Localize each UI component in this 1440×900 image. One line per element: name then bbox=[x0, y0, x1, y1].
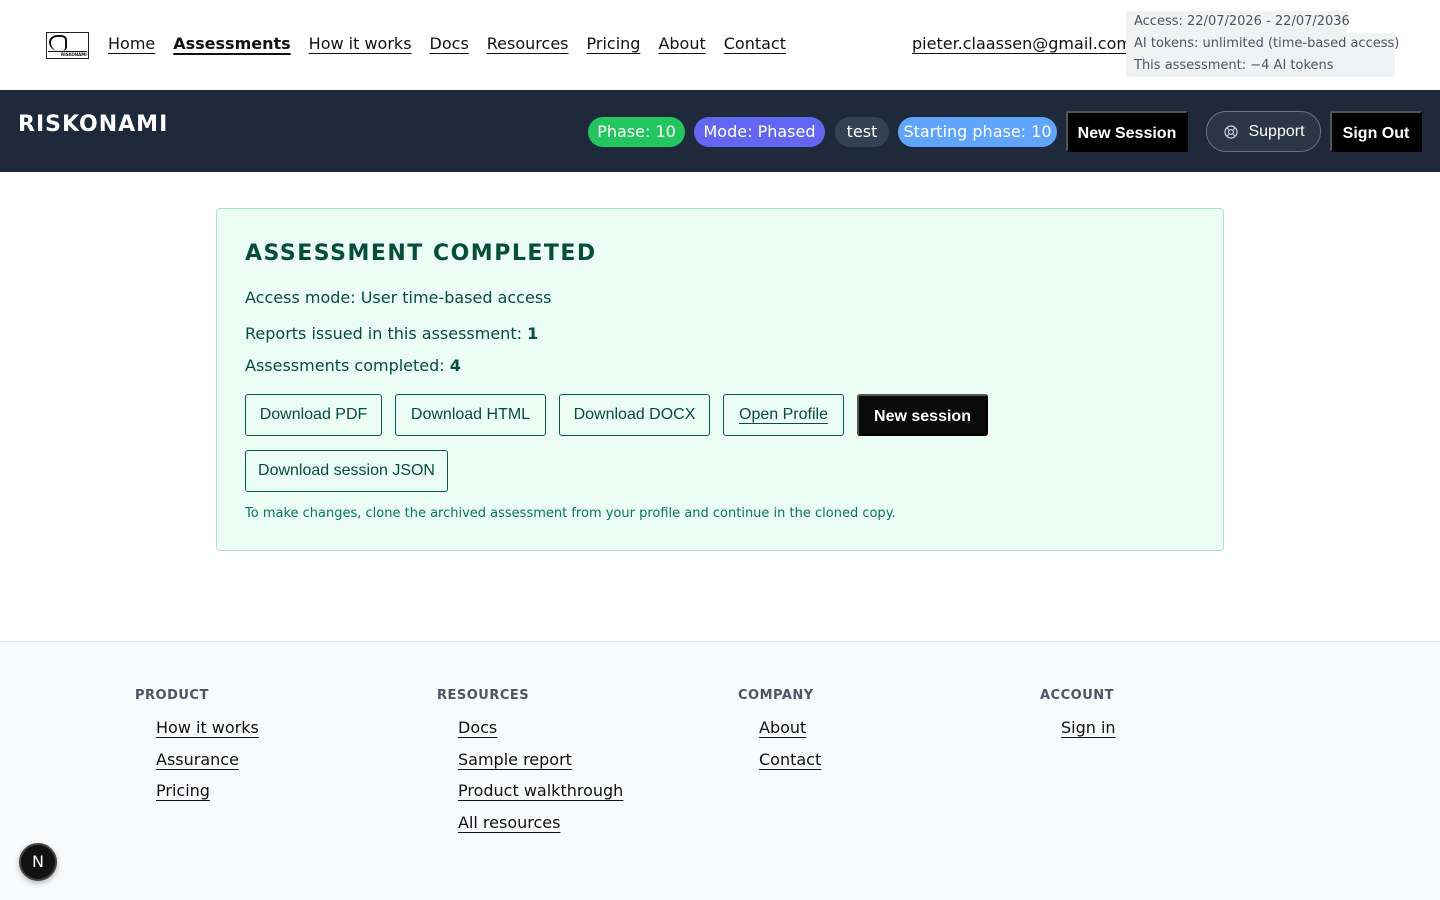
download-html-button[interactable]: Download HTML bbox=[395, 394, 546, 436]
download-pdf-button[interactable]: Download PDF bbox=[245, 394, 382, 436]
assessment-tokens: This assessment: −4 AI tokens bbox=[1126, 55, 1395, 77]
ai-tokens-info: AI tokens: unlimited (time-based access) bbox=[1126, 33, 1399, 55]
download-docx-button[interactable]: Download DOCX bbox=[559, 394, 710, 436]
sign-out-button[interactable]: Sign Out bbox=[1330, 111, 1422, 152]
reports-issued: Reports issued in this assessment: 1 bbox=[245, 324, 539, 343]
footer-link-assurance[interactable]: Assurance bbox=[156, 750, 239, 769]
wave-icon bbox=[49, 35, 67, 51]
logo[interactable]: RISKONAMI bbox=[46, 32, 89, 59]
footer-link-how-it-works[interactable]: How it works bbox=[156, 718, 259, 737]
access-mode-text: Access mode: User time-based access bbox=[245, 288, 552, 307]
assessment-completed-card: ASSESSMENT COMPLETED Access mode: User t… bbox=[216, 208, 1224, 551]
support-label: Support bbox=[1248, 122, 1305, 140]
footer-link-about[interactable]: About bbox=[759, 718, 806, 737]
completed-count: 4 bbox=[449, 356, 461, 375]
footer-heading-account: ACCOUNT bbox=[1040, 688, 1114, 703]
nav-link-how-it-works[interactable]: How it works bbox=[309, 34, 412, 53]
access-period: Access: 22/07/2026 - 22/07/2036 bbox=[1126, 11, 1350, 33]
footer-heading-resources: RESOURCES bbox=[437, 688, 530, 703]
open-profile-button[interactable]: Open Profile bbox=[723, 394, 844, 436]
nav-link-assessments[interactable]: Assessments bbox=[173, 34, 290, 53]
starting-phase-badge: Starting phase: 10 bbox=[898, 117, 1057, 147]
footer-resources: RESOURCES Docs Sample report Product wal… bbox=[437, 688, 623, 844]
footer-link-sign-in[interactable]: Sign in bbox=[1061, 718, 1116, 737]
footer-link-all-resources[interactable]: All resources bbox=[458, 813, 560, 832]
card-title: ASSESSMENT COMPLETED bbox=[245, 241, 597, 266]
primary-nav: Home Assessments How it works Docs Resou… bbox=[108, 34, 786, 53]
footer-account: ACCOUNT Sign in bbox=[1040, 688, 1116, 750]
app-toolbar: RISKONAMI Phase: 10 Mode: Phased test St… bbox=[0, 90, 1440, 172]
nav-link-contact[interactable]: Contact bbox=[724, 34, 786, 53]
support-button[interactable]: Support bbox=[1206, 111, 1321, 152]
nav-link-about[interactable]: About bbox=[658, 34, 705, 53]
nav-link-resources[interactable]: Resources bbox=[487, 34, 569, 53]
footer-heading-product: PRODUCT bbox=[135, 688, 209, 703]
nav-link-docs[interactable]: Docs bbox=[430, 34, 469, 53]
nav-link-home[interactable]: Home bbox=[108, 34, 155, 53]
brand-title: RISKONAMI bbox=[18, 112, 169, 137]
logo-text: RISKONAMI bbox=[61, 52, 87, 57]
footer: PRODUCT How it works Assurance Pricing R… bbox=[0, 641, 1440, 900]
session-tag-badge: test bbox=[835, 117, 889, 147]
new-session-button[interactable]: New Session bbox=[1066, 111, 1188, 152]
footer-product: PRODUCT How it works Assurance Pricing bbox=[135, 688, 259, 813]
top-nav: RISKONAMI Home Assessments How it works … bbox=[0, 0, 1440, 90]
new-session-card-button[interactable]: New session bbox=[857, 394, 988, 436]
clone-note: To make changes, clone the archived asse… bbox=[245, 506, 896, 521]
mode-badge: Mode: Phased bbox=[694, 117, 825, 147]
footer-heading-company: COMPANY bbox=[738, 688, 814, 703]
footer-link-pricing[interactable]: Pricing bbox=[156, 781, 210, 800]
n-badge-button[interactable]: N bbox=[19, 843, 57, 881]
access-info: Access: 22/07/2026 - 22/07/2036 AI token… bbox=[1126, 11, 1399, 77]
footer-link-contact[interactable]: Contact bbox=[759, 750, 821, 769]
phase-badge: Phase: 10 bbox=[588, 117, 685, 147]
user-email-link[interactable]: pieter.claassen@gmail.com bbox=[912, 34, 1132, 53]
assessments-completed: Assessments completed: 4 bbox=[245, 356, 461, 375]
footer-link-sample-report[interactable]: Sample report bbox=[458, 750, 572, 769]
footer-link-product-walkthrough[interactable]: Product walkthrough bbox=[458, 781, 623, 800]
reports-count: 1 bbox=[527, 324, 539, 343]
download-json-button[interactable]: Download session JSON bbox=[245, 450, 448, 492]
nav-link-pricing[interactable]: Pricing bbox=[587, 34, 641, 53]
footer-company: COMPANY About Contact bbox=[738, 688, 821, 781]
support-icon bbox=[1224, 124, 1239, 139]
footer-link-docs[interactable]: Docs bbox=[458, 718, 497, 737]
